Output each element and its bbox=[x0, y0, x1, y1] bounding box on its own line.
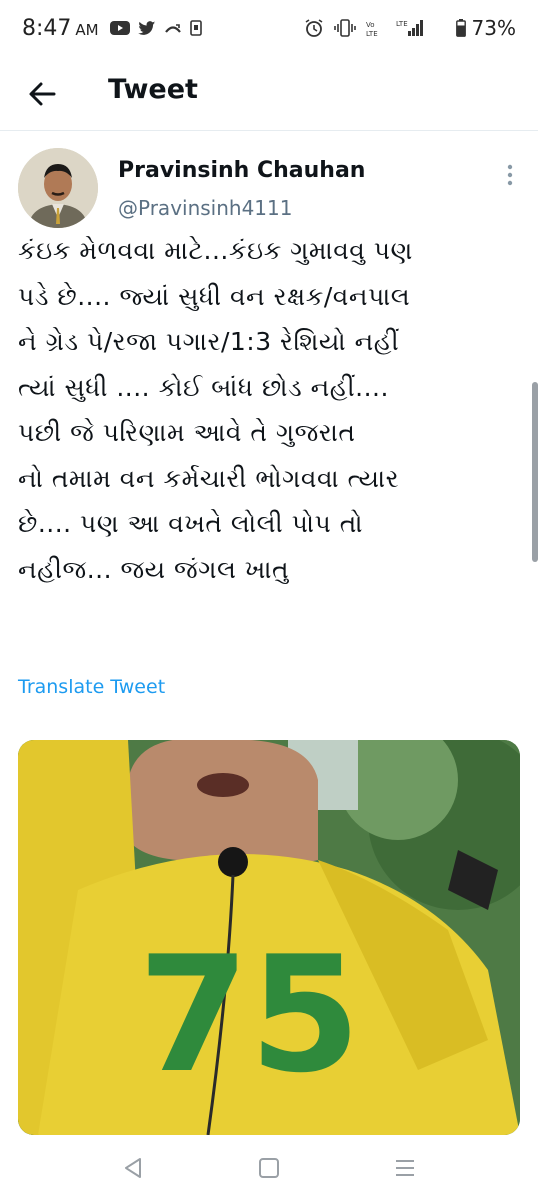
author-name[interactable]: Pravinsinh Chauhan bbox=[118, 158, 365, 183]
author-avatar[interactable] bbox=[18, 148, 98, 228]
youtube-icon bbox=[110, 21, 130, 35]
tweet-media-video[interactable]: 75 bbox=[18, 740, 520, 1135]
status-time: 8:47 AM bbox=[22, 16, 99, 41]
tweet-text-line: કંઇક મેળવવા માટે...કંઇક ગુમાવવુ પણ bbox=[18, 236, 413, 265]
page-title: Tweet bbox=[108, 74, 198, 105]
status-bar: 8:47 AM Vo LTE LTE 73% bbox=[0, 0, 538, 62]
twitter-icon bbox=[138, 20, 156, 35]
tweet-text-line: ત્યાં સુધી .... કોઈ બાંધ છોડ નહીં.... bbox=[18, 372, 389, 402]
tweet-text-line: પડે છે.... જ્યાં સુધી વન રક્ષક/વનપાલ bbox=[18, 281, 411, 311]
avatar-photo bbox=[18, 148, 98, 228]
status-notification-icons bbox=[110, 20, 202, 36]
translate-tweet-link[interactable]: Translate Tweet bbox=[18, 676, 165, 698]
battery-status: 73% bbox=[455, 16, 516, 40]
nav-back-button[interactable] bbox=[118, 1153, 148, 1183]
more-vertical-icon bbox=[507, 164, 513, 186]
missed-call-icon bbox=[165, 24, 181, 33]
nav-recents-icon bbox=[396, 1160, 414, 1176]
page-scrollbar[interactable] bbox=[532, 382, 538, 562]
status-time-value: 8:47 bbox=[22, 16, 72, 41]
back-arrow-icon bbox=[29, 82, 56, 106]
svg-text:LTE: LTE bbox=[396, 20, 408, 28]
battery-icon bbox=[455, 19, 466, 37]
screenshot-icon bbox=[190, 20, 202, 36]
app-header: Tweet bbox=[0, 62, 538, 131]
svg-text:75: 75 bbox=[138, 921, 361, 1108]
back-button[interactable] bbox=[24, 76, 60, 112]
tweet-text: કંઇક મેળવવા માટે...કંઇક ગુમાવવુ પણ પડે છ… bbox=[18, 228, 526, 592]
tweet-text-line: છે.... પણ આ વખતે લોલી પોપ તો bbox=[18, 509, 364, 538]
battery-percent: 73% bbox=[471, 16, 516, 40]
nav-recents-button[interactable] bbox=[390, 1153, 420, 1183]
svg-text:LTE: LTE bbox=[366, 30, 378, 37]
nav-home-button[interactable] bbox=[254, 1153, 284, 1183]
svg-text:Vo: Vo bbox=[366, 21, 375, 29]
lte-signal-icon: LTE bbox=[396, 20, 423, 36]
tweet-text-line: ને ગ્રેડ પે/રજા પગાર/1:3 રેશિયો નહીં bbox=[18, 327, 400, 356]
android-nav-bar bbox=[0, 1135, 538, 1200]
vibrate-icon bbox=[334, 19, 356, 37]
more-options-button[interactable] bbox=[506, 164, 514, 186]
status-time-ampm: AM bbox=[75, 21, 99, 39]
nav-home-icon bbox=[259, 1158, 279, 1178]
alarm-icon bbox=[305, 19, 323, 37]
status-system-icons: Vo LTE LTE bbox=[304, 18, 426, 38]
tweet-text-line: પછી જે પરિણામ આવે તે ગુજરાત bbox=[18, 418, 356, 447]
video-thumbnail: 75 bbox=[18, 740, 520, 1135]
tweet-text-line: નો તમામ વન કર્મચારી ભોગવવા ત્યાર bbox=[18, 463, 400, 493]
nav-back-icon bbox=[125, 1158, 141, 1178]
tweet-text-line: નહીજ... જય જંગલ ખાતુ bbox=[18, 554, 290, 584]
author-handle[interactable]: @Pravinsinh4111 bbox=[118, 196, 292, 220]
volte-icon: VoLTE bbox=[366, 21, 378, 37]
